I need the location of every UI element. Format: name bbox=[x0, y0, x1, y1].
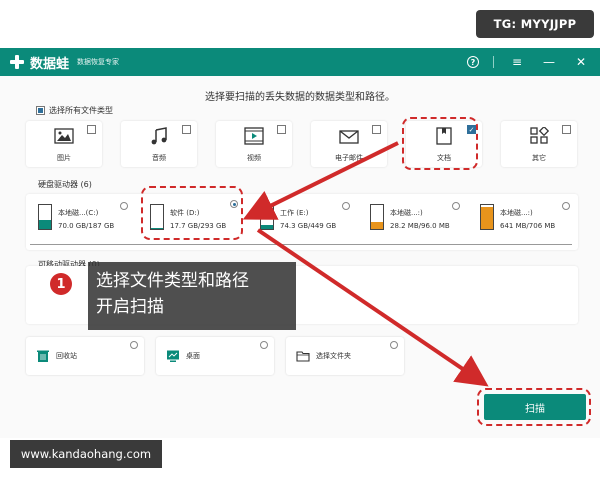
drive-radio[interactable] bbox=[562, 202, 570, 210]
location-radio[interactable] bbox=[260, 341, 268, 349]
file-type-grid: 图片 音频 视频 电子邮件 ✓ 文档 其它 bbox=[26, 121, 578, 169]
hard-drives-title: 硬盘驱动器 (6) bbox=[38, 180, 92, 189]
file-type-other[interactable]: 其它 bbox=[501, 121, 577, 167]
select-all-checkbox[interactable] bbox=[36, 106, 45, 115]
file-type-image[interactable]: 图片 bbox=[26, 121, 102, 167]
file-type-checkbox[interactable] bbox=[372, 125, 381, 134]
location-recycle-bin[interactable]: 回收站 bbox=[26, 337, 144, 375]
drive-icon bbox=[260, 204, 274, 230]
file-type-label: 音频 bbox=[152, 154, 166, 162]
file-type-audio[interactable]: 音频 bbox=[121, 121, 197, 167]
drive-radio[interactable] bbox=[452, 202, 460, 210]
file-type-checkbox[interactable] bbox=[87, 125, 96, 134]
image-icon bbox=[54, 128, 74, 144]
drive-local-1[interactable]: 本地磁...:) 28.2 MB/96.0 MB bbox=[362, 200, 462, 240]
location-desktop[interactable]: 桌面 bbox=[156, 337, 274, 375]
window-controls: ? ≡ — ✕ bbox=[467, 53, 590, 71]
desktop-icon bbox=[167, 350, 179, 362]
drive-name: 本地磁...:) bbox=[390, 209, 423, 217]
help-icon[interactable]: ? bbox=[467, 56, 479, 68]
title-divider bbox=[493, 56, 494, 68]
drive-size: 641 MB/706 MB bbox=[500, 222, 556, 230]
instruction-callout: 选择文件类型和路径 开启扫描 bbox=[88, 262, 296, 330]
app-name: 数据蛙 bbox=[30, 56, 70, 72]
screenshot-page: TG: MYYJJPP 数据蛙 数据恢复专家 ? ≡ — ✕ 选择要扫描的丢失数… bbox=[0, 0, 600, 480]
close-icon[interactable]: ✕ bbox=[572, 53, 590, 71]
site-watermark: www.kandaohang.com bbox=[10, 440, 162, 468]
file-type-label: 电子邮件 bbox=[335, 154, 363, 162]
drive-size: 70.0 GB/187 GB bbox=[58, 222, 115, 230]
file-type-checkbox[interactable] bbox=[562, 125, 571, 134]
highlight-document-type bbox=[402, 117, 478, 170]
file-type-video[interactable]: 视频 bbox=[216, 121, 292, 167]
drive-e[interactable]: 工作 (E:) 74.3 GB/449 GB bbox=[252, 200, 352, 240]
location-label: 选择文件夹 bbox=[316, 352, 351, 360]
hard-drives-panel: 本地磁...(C:) 70.0 GB/187 GB 软件 (D:) 17.7 G… bbox=[26, 194, 578, 250]
page-prompt: 选择要扫描的丢失数据的数据类型和路径。 bbox=[205, 92, 395, 103]
file-type-email[interactable]: 电子邮件 bbox=[311, 121, 387, 167]
menu-icon[interactable]: ≡ bbox=[508, 53, 526, 71]
location-radio[interactable] bbox=[390, 341, 398, 349]
drives-divider bbox=[30, 244, 572, 245]
callout-line-2: 开启扫描 bbox=[96, 297, 164, 317]
step-number-badge: 1 bbox=[50, 273, 72, 295]
location-radio[interactable] bbox=[130, 341, 138, 349]
tg-badge: TG: MYYJJPP bbox=[476, 10, 594, 38]
drive-c[interactable]: 本地磁...(C:) 70.0 GB/187 GB bbox=[30, 200, 130, 240]
title-bar: 数据蛙 数据恢复专家 ? ≡ — ✕ bbox=[0, 48, 600, 76]
file-type-checkbox[interactable] bbox=[277, 125, 286, 134]
drive-size: 74.3 GB/449 GB bbox=[280, 222, 337, 230]
drive-icon bbox=[38, 204, 52, 230]
mail-icon bbox=[339, 130, 359, 144]
highlight-drive-d bbox=[141, 186, 243, 240]
drive-local-2[interactable]: 本地磁...:) 641 MB/706 MB bbox=[472, 200, 572, 240]
app-subtitle: 数据恢复专家 bbox=[77, 58, 120, 66]
app-logo: 数据蛙 数据恢复专家 bbox=[8, 53, 119, 72]
drive-size: 28.2 MB/96.0 MB bbox=[390, 222, 450, 230]
recycle-bin-icon bbox=[37, 350, 49, 362]
file-type-checkbox[interactable] bbox=[182, 125, 191, 134]
drive-name: 本地磁...(C:) bbox=[58, 209, 99, 217]
select-all-label: 选择所有文件类型 bbox=[49, 106, 113, 115]
location-choose-folder[interactable]: 选择文件夹 bbox=[286, 337, 404, 375]
plus-logo-icon bbox=[8, 53, 26, 71]
drive-radio[interactable] bbox=[120, 202, 128, 210]
drive-name: 工作 (E:) bbox=[280, 209, 309, 217]
file-type-label: 其它 bbox=[532, 154, 546, 162]
drive-radio[interactable] bbox=[342, 202, 350, 210]
file-type-label: 视频 bbox=[247, 154, 261, 162]
highlight-scan-button bbox=[477, 388, 591, 426]
file-type-label: 图片 bbox=[57, 154, 71, 162]
select-all-types[interactable]: 选择所有文件类型 bbox=[36, 105, 113, 116]
drive-icon bbox=[480, 204, 494, 230]
video-icon bbox=[244, 127, 264, 145]
drive-name: 本地磁...:) bbox=[500, 209, 533, 217]
callout-line-1: 选择文件类型和路径 bbox=[96, 271, 249, 291]
location-label: 桌面 bbox=[186, 352, 200, 360]
folder-icon bbox=[296, 351, 310, 362]
music-icon bbox=[151, 127, 167, 145]
drive-icon bbox=[370, 204, 384, 230]
location-label: 回收站 bbox=[56, 352, 77, 360]
other-icon bbox=[530, 127, 549, 144]
minimize-icon[interactable]: — bbox=[540, 53, 558, 71]
